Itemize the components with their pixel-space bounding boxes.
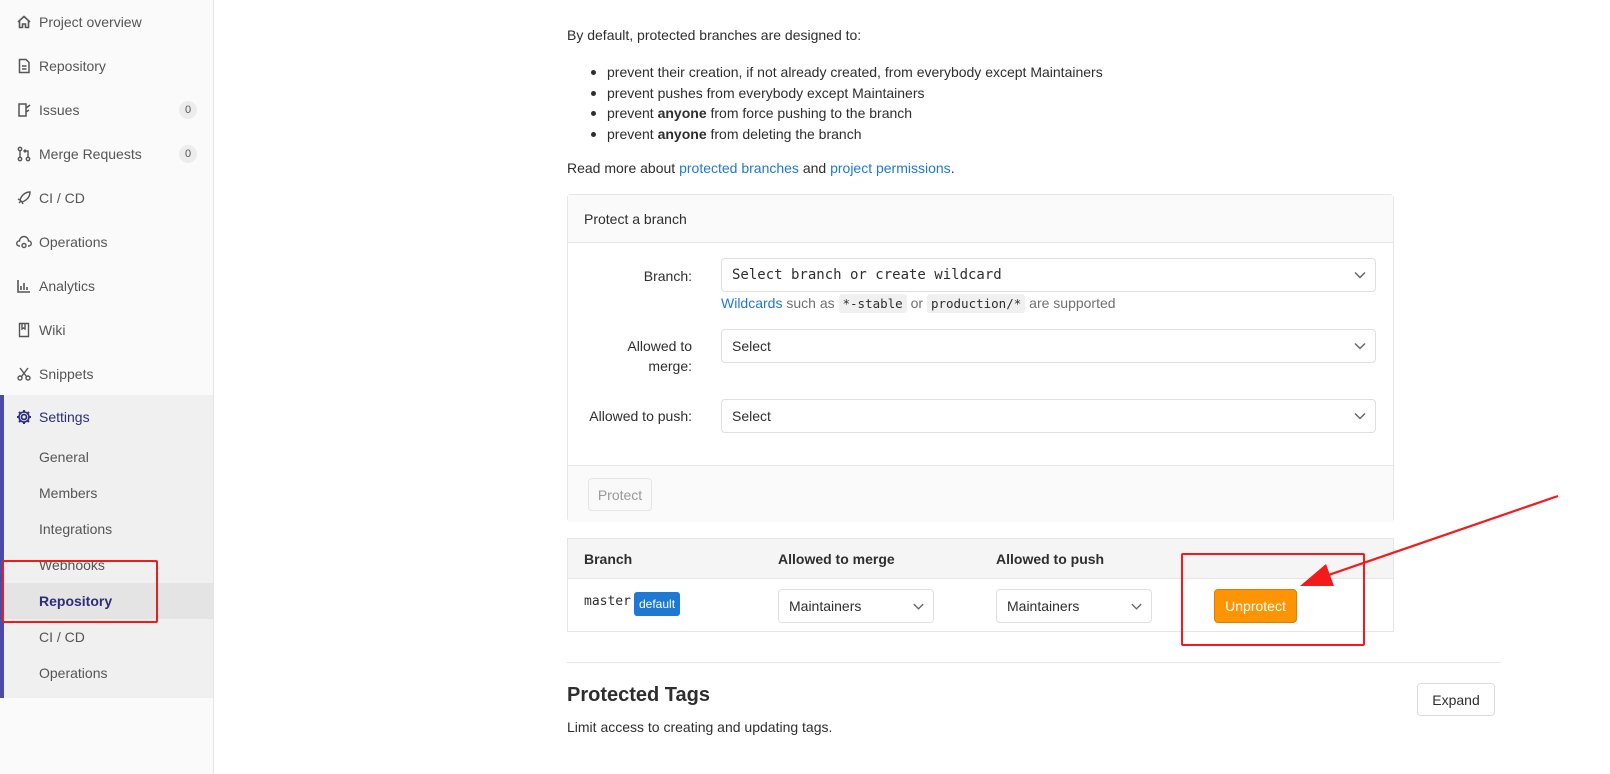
sidebar-item-issues[interactable]: Issues 0 [0,88,213,132]
branch-label: Branch: [643,268,692,284]
sidebar-item-repository[interactable]: Repository [0,44,213,88]
document-icon [16,58,32,74]
expand-button[interactable]: Expand [1417,683,1495,716]
intro-text: By default, protected branches are desig… [567,27,862,43]
list-item: prevent anyone from force pushing to the… [590,103,1103,124]
settings-item-repository[interactable]: Repository [4,583,213,619]
column-header-merge: Allowed to merge [778,551,895,567]
allowed-to-push-select[interactable]: Select [721,399,1376,433]
settings-section: Settings General Members Integrations We… [0,395,213,698]
chart-icon [16,278,32,294]
table-header: Branch Allowed to merge Allowed to push [568,539,1393,579]
sidebar-item-settings[interactable]: Settings [4,395,213,439]
annotation-arrow-icon [1300,494,1559,586]
issues-icon [16,102,32,118]
list-item: prevent their creation, if not already c… [590,62,1103,83]
project-permissions-link[interactable]: project permissions [830,160,951,176]
gear-icon [16,409,32,425]
rocket-icon [16,190,32,206]
sidebar-item-ci-cd[interactable]: CI / CD [0,176,213,220]
sidebar-item-label: Analytics [39,278,96,294]
sidebar-item-label: Wiki [39,322,66,338]
book-icon [16,322,32,338]
row-push-select[interactable]: Maintainers [996,589,1152,623]
panel-footer: Protect [568,465,1393,522]
chevron-down-icon [1354,271,1366,279]
merge-requests-count-badge: 0 [179,145,197,163]
read-more-text: Read more about protected branches and p… [567,160,955,176]
settings-item-webhooks[interactable]: Webhooks [4,547,213,583]
branch-select[interactable]: Select branch or create wildcard [721,258,1376,292]
row-merge-select[interactable]: Maintainers [778,589,934,623]
chevron-down-icon [1131,603,1142,610]
settings-item-members[interactable]: Members [4,475,213,511]
default-badge: default [634,592,681,616]
settings-item-operations[interactable]: Operations [4,655,213,691]
section-divider [567,662,1501,663]
settings-item-ci-cd[interactable]: CI / CD [4,619,213,655]
sidebar-item-analytics[interactable]: Analytics [0,264,213,308]
sidebar-item-label: CI / CD [39,190,85,206]
push-label: Allowed to push: [589,408,692,424]
issues-count-badge: 0 [179,101,197,119]
sidebar-item-project-overview[interactable]: Project overview [0,0,213,44]
sidebar: Project overview Repository Issues 0 Mer… [0,0,214,774]
sidebar-item-operations[interactable]: Operations [0,220,213,264]
sidebar-item-merge-requests[interactable]: Merge Requests 0 [0,132,213,176]
chevron-down-icon [1354,342,1366,350]
sidebar-item-label: Repository [39,58,106,74]
list-item: prevent anyone from deleting the branch [590,124,1103,145]
sidebar-item-label: Settings [39,409,90,425]
unprotect-button[interactable]: Unprotect [1214,589,1297,623]
chevron-down-icon [913,603,924,610]
sidebar-item-label: Merge Requests [39,146,142,162]
sidebar-item-label: Issues [39,102,80,118]
wildcard-help: Wildcards such as *-stable or production… [721,294,1116,313]
protected-branches-link[interactable]: protected branches [679,160,799,176]
protected-tags-title: Protected Tags [567,684,710,706]
cloud-gear-icon [16,234,32,250]
merge-request-icon [16,146,32,162]
sidebar-item-label: Project overview [39,14,142,30]
settings-item-general[interactable]: General [4,439,213,475]
home-icon [16,14,32,30]
branch-name: master [584,594,631,609]
wildcards-link[interactable]: Wildcards [721,295,782,311]
sidebar-item-label: Operations [39,234,108,250]
sidebar-item-snippets[interactable]: Snippets [0,352,213,396]
column-header-push: Allowed to push [996,551,1105,567]
protection-rules-list: prevent their creation, if not already c… [590,62,1103,144]
protected-branches-table: Branch Allowed to merge Allowed to push … [567,538,1394,632]
panel-title: Protect a branch [568,195,1393,243]
allowed-to-merge-select[interactable]: Select [721,329,1376,363]
scissors-icon [16,366,32,382]
column-header-branch: Branch [584,551,633,567]
list-item: prevent pushes from everybody except Mai… [590,83,1103,104]
protect-branch-panel: Protect a branch Branch: Select branch o… [567,194,1394,522]
protected-tags-description: Limit access to creating and updating ta… [567,719,833,735]
sidebar-item-wiki[interactable]: Wiki [0,308,213,352]
settings-item-integrations[interactable]: Integrations [4,511,213,547]
sidebar-item-label: Snippets [39,366,94,382]
chevron-down-icon [1354,412,1366,420]
merge-label: Allowed to merge: [627,338,692,374]
protect-button[interactable]: Protect [588,478,652,511]
